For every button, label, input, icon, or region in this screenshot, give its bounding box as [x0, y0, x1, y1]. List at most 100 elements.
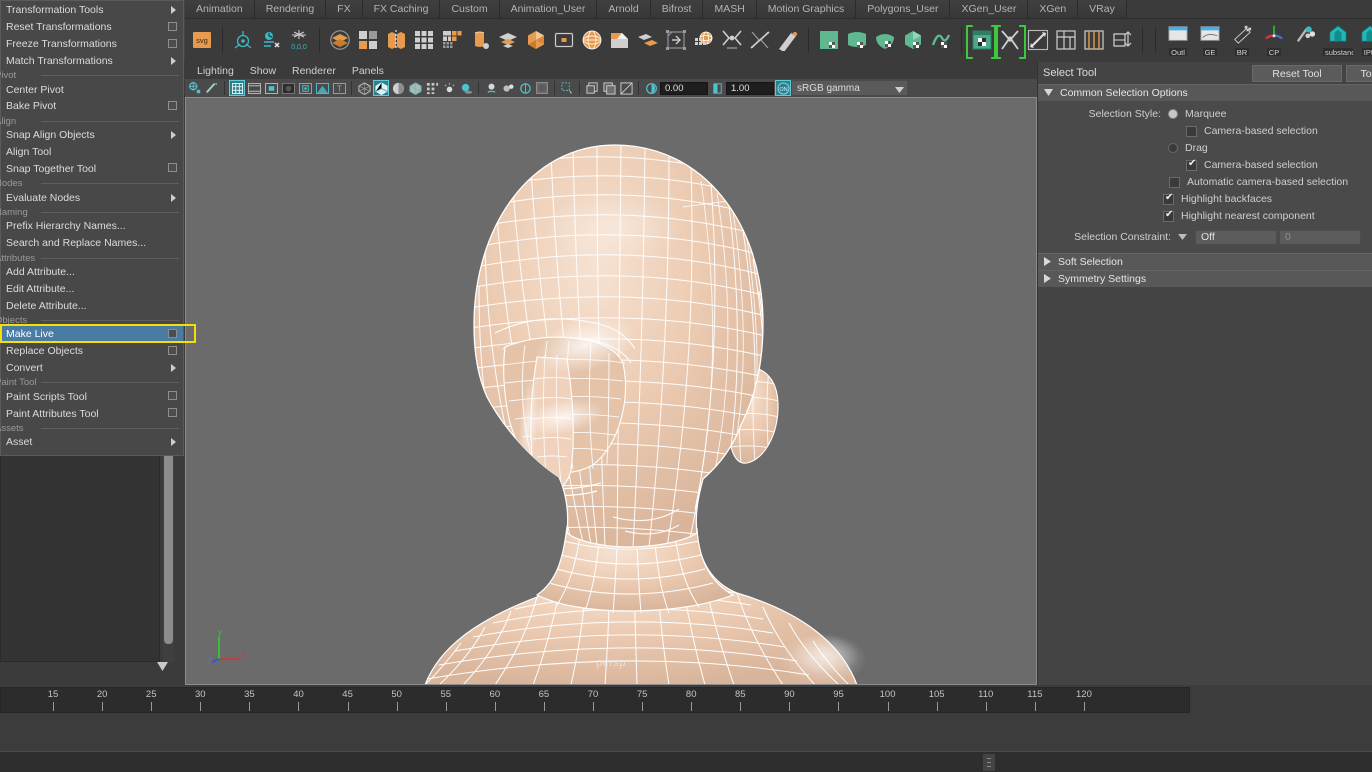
menu-item-bake-pivot[interactable]: Bake Pivot [1, 98, 183, 115]
grid-toggle-icon[interactable] [229, 80, 245, 96]
transfer-attributes-icon[interactable] [663, 27, 689, 53]
uv-contour-icon[interactable] [928, 27, 954, 53]
shelf-tab-arnold[interactable]: Arnold [597, 0, 650, 18]
combine-mesh-icon[interactable] [327, 27, 353, 53]
tool-help-button[interactable]: To [1346, 65, 1372, 82]
resolution-gate-icon[interactable] [263, 80, 279, 96]
reduce-mesh-icon[interactable] [495, 27, 521, 53]
freeze-transform-icon[interactable] [258, 27, 284, 53]
option-box-icon[interactable] [168, 391, 177, 400]
fill-hole-icon[interactable] [551, 27, 577, 53]
gate-mask-icon[interactable] [280, 80, 296, 96]
smooth-mesh-icon[interactable] [467, 27, 493, 53]
shelf-tab-fx-caching[interactable]: FX Caching [363, 0, 441, 18]
sculpt-grid-icon[interactable] [691, 27, 717, 53]
menu-item-transformation-tools[interactable]: Transformation Tools [1, 2, 183, 19]
radio-drag[interactable] [1168, 143, 1178, 153]
selection-constraint-value[interactable]: Off [1195, 230, 1277, 245]
model-head-bust[interactable] [185, 97, 1037, 685]
viewport-menu-panels[interactable]: Panels [344, 65, 392, 77]
uv-planar-icon[interactable] [816, 27, 842, 53]
viewport-menu-show[interactable]: Show [242, 65, 284, 77]
shelf-tab-polygons-user[interactable]: Polygons_User [856, 0, 950, 18]
menu-item-paint-attributes-tool[interactable]: Paint Attributes Tool [1, 405, 183, 422]
exposure-value[interactable]: 0.00 [660, 82, 708, 95]
shelf-tab-xgen[interactable]: XGen [1028, 0, 1078, 18]
two-pane-icon[interactable] [601, 80, 617, 96]
select-tool-icon[interactable] [187, 80, 203, 96]
option-box-icon[interactable] [168, 22, 177, 31]
option-box-icon[interactable] [168, 346, 177, 355]
shelf-tab-bifrost[interactable]: Bifrost [651, 0, 704, 18]
radio-marquee[interactable] [1168, 109, 1178, 119]
left-panel-vertical-scrollbar[interactable] [163, 447, 174, 662]
single-perspective-icon[interactable] [584, 80, 600, 96]
frame-common-selection-options[interactable]: Common Selection Options [1038, 84, 1372, 101]
menu-item-snap-align-objects[interactable]: Snap Align Objects [1, 127, 183, 144]
film-gate-icon[interactable] [246, 80, 262, 96]
uv-snapshot-icon[interactable] [1109, 27, 1135, 53]
menu-item-replace-objects[interactable]: Replace Objects [1, 343, 183, 360]
checkbox-highlight-backfaces[interactable] [1163, 194, 1174, 205]
xray-joints-icon[interactable] [297, 80, 313, 96]
viewport-3d-canvas[interactable]: persp y x z [185, 97, 1037, 685]
uv-cylindrical-icon[interactable] [844, 27, 870, 53]
sculpt-tool-icon[interactable] [719, 27, 745, 53]
shadows-icon[interactable] [458, 80, 474, 96]
checkbox-drag-camera-based[interactable] [1186, 160, 1197, 171]
shelf-tab-custom[interactable]: Custom [440, 0, 499, 18]
reset-transform-zero-icon[interactable]: 0,0,0 [286, 27, 312, 53]
scroll-down-icon[interactable] [155, 660, 169, 673]
isolate-select-icon[interactable] [559, 80, 575, 96]
separate-mesh-icon[interactable] [355, 27, 381, 53]
scrollbar-thumb[interactable] [164, 449, 173, 644]
bevel-icon[interactable] [607, 27, 633, 53]
chevron-down-icon[interactable] [1178, 231, 1187, 243]
shelf-tab-animation[interactable]: Animation [185, 0, 255, 18]
menu-item-prefix-hierarchy-names[interactable]: Prefix Hierarchy Names... [1, 218, 183, 235]
menu-item-center-pivot[interactable]: Center Pivot [1, 81, 183, 98]
menu-item-align-tool[interactable]: Align Tool [1, 144, 183, 161]
graph-editor-icon[interactable]: GE [1195, 24, 1225, 56]
uv-cut-icon[interactable] [997, 27, 1023, 53]
uv-spherical-icon[interactable] [872, 27, 898, 53]
screen-space-ao-icon[interactable] [424, 80, 440, 96]
blend-shape-icon[interactable]: BR [1227, 24, 1257, 56]
menu-item-match-transformations[interactable]: Match Transformations [1, 52, 183, 69]
uv-automatic-icon[interactable] [900, 27, 926, 53]
anti-alias-icon[interactable] [517, 80, 533, 96]
substance-icon[interactable]: substance [1323, 24, 1353, 56]
menu-item-convert[interactable]: Convert [1, 360, 183, 377]
checkbox-marquee-camera-based[interactable] [1186, 126, 1197, 137]
multi-pane-icon[interactable] [618, 80, 634, 96]
uv-editor-icon[interactable] [969, 27, 995, 53]
frame-symmetry-settings[interactable]: Symmetry Settings [1038, 270, 1372, 287]
shelf-tab-xgen-user[interactable]: XGen_User [950, 0, 1028, 18]
reset-tool-button[interactable]: Reset Tool [1252, 65, 1342, 82]
curve-lattice-icon[interactable] [747, 27, 773, 53]
left-panel-list[interactable] [0, 447, 160, 662]
component-editor-icon[interactable]: CP [1259, 24, 1289, 56]
mirror-geometry-icon[interactable] [635, 27, 661, 53]
shelf-tab-motion-graphics[interactable]: Motion Graphics [757, 0, 856, 18]
menu-item-edit-attribute[interactable]: Edit Attribute... [1, 280, 183, 297]
command-line-resize-grip[interactable] [983, 754, 995, 771]
viewport-menu-lighting[interactable]: Lighting [189, 65, 242, 77]
checkbox-automatic-camera-based[interactable] [1169, 177, 1180, 188]
modify-dropdown-menu[interactable]: Transformation ToolsReset Transformation… [0, 0, 184, 456]
menu-item-evaluate-nodes[interactable]: Evaluate Nodes [1, 189, 183, 206]
sphere-mesh-icon[interactable] [579, 27, 605, 53]
gamma-icon[interactable] [709, 80, 725, 96]
viewport-menu-renderer[interactable]: Renderer [284, 65, 344, 77]
menu-item-reset-transformations[interactable]: Reset Transformations [1, 19, 183, 36]
menu-item-delete-attribute[interactable]: Delete Attribute... [1, 297, 183, 314]
xray-icon[interactable] [314, 80, 330, 96]
use-all-lights-icon[interactable] [441, 80, 457, 96]
menu-item-make-live[interactable]: Make Live [1, 326, 183, 343]
menu-item-search-and-replace-names[interactable]: Search and Replace Names... [1, 235, 183, 252]
wireframe-shaded-icon[interactable] [356, 80, 372, 96]
shelf-tab-vray[interactable]: VRay [1078, 0, 1127, 18]
option-box-icon[interactable] [168, 39, 177, 48]
motion-blur-icon[interactable] [483, 80, 499, 96]
lasso-select-icon[interactable] [204, 80, 220, 96]
